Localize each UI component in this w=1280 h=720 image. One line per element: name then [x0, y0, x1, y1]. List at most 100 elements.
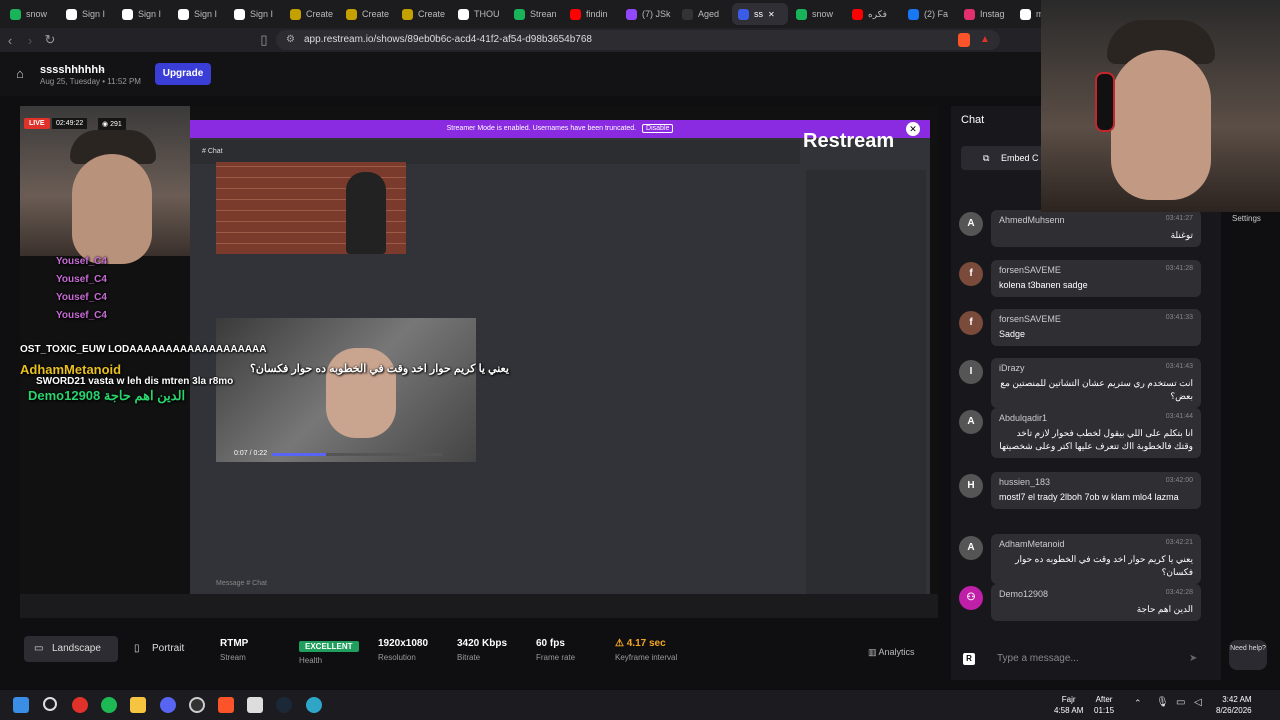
send-icon[interactable]: ➤ [1189, 644, 1197, 674]
bitrate-label: Bitrate [457, 653, 481, 662]
message-input[interactable]: Message # Chat [216, 580, 267, 587]
brave-shield-icon[interactable] [958, 33, 970, 47]
chat-username[interactable]: Demo12908 [999, 589, 1048, 599]
account-avatar[interactable]: R [963, 653, 975, 665]
reload-icon[interactable]: ↻ [40, 32, 60, 48]
chat-username[interactable]: forsenSAVEME [999, 314, 1061, 324]
user-avatar[interactable]: A [959, 536, 983, 560]
tab-favicon-icon [796, 8, 807, 20]
chat-timestamp: 03:41:27 [1165, 215, 1193, 222]
portrait-button[interactable]: ▯ Portrait [124, 636, 204, 662]
video-progress-bar[interactable] [272, 453, 442, 456]
url-field[interactable]: ⚙ app.restream.io/shows/89eb0b6c-acd4-41… [276, 30, 1000, 50]
browser-tab[interactable]: Instag [958, 3, 1012, 25]
browser-tab[interactable]: m [1014, 3, 1041, 25]
browser-tab[interactable]: (2) Fa [902, 3, 956, 25]
browser-tab[interactable]: فكره [846, 3, 900, 25]
browser-tab[interactable]: Aged [676, 3, 730, 25]
file-explorer-icon[interactable] [130, 697, 146, 713]
restream-taskbar-icon[interactable] [72, 697, 88, 713]
browser-tab[interactable]: ss ✕ [732, 3, 788, 25]
chat-message: Abdulqadir1 03:41:44 انا بتكلم على اللي بي… [991, 408, 1201, 458]
browser-tab[interactable]: Create [340, 3, 394, 25]
browser-tab[interactable]: findin [564, 3, 618, 25]
landscape-icon: ▭ [34, 643, 44, 654]
browser-tab[interactable]: Sign I [60, 3, 114, 25]
clock-time: 3:42 AM [1222, 695, 1252, 704]
landscape-button[interactable]: ▭ Landscape [24, 636, 118, 662]
forward-icon[interactable]: › [20, 33, 40, 48]
browser-tab[interactable]: Sign I [116, 3, 170, 25]
user-avatar[interactable]: ⚇ [959, 586, 983, 610]
close-icon[interactable]: ✕ [906, 122, 920, 136]
obs-icon[interactable] [189, 697, 205, 713]
stream-stats-bar: ▭ Landscape ▯ Portrait RTMP Stream EXCEL… [20, 628, 938, 674]
brave-icon[interactable] [218, 697, 234, 713]
embed-icon: ⧉ [983, 153, 990, 163]
user-avatar[interactable]: A [959, 410, 983, 434]
embedded-video-player[interactable]: 0:07 / 0:22 [216, 318, 476, 462]
back-icon[interactable]: ‹ [0, 33, 20, 48]
video-progress-fill [272, 453, 327, 456]
search-icon[interactable] [43, 697, 57, 711]
chat-username[interactable]: hussien_183 [999, 477, 1050, 487]
chat-username[interactable]: forsenSAVEME [999, 265, 1061, 275]
browser-tab[interactable]: THOU [452, 3, 506, 25]
network-icon[interactable]: ▭ [1176, 697, 1185, 708]
volume-icon[interactable]: ◁ [1194, 697, 1202, 708]
user-avatar[interactable]: A [959, 212, 983, 236]
chat-input-placeholder: Type a message... [997, 653, 1079, 664]
windows-start-icon[interactable] [13, 697, 29, 713]
browser-tab[interactable]: (7) JSk [620, 3, 674, 25]
system-clock[interactable]: 3:42 AM 8/26/2026 [1216, 694, 1252, 716]
disable-button[interactable]: Disable [642, 124, 674, 133]
chevron-up-icon[interactable]: ⌃ [1134, 698, 1142, 709]
framerate-label: Frame rate [536, 653, 576, 662]
browser-tab[interactable]: Create [396, 3, 450, 25]
spotify-icon[interactable] [101, 697, 117, 713]
browser-tab[interactable]: snow [790, 3, 844, 25]
protocol-stat: RTMP Stream [220, 638, 248, 662]
keyframe-stat: ⚠ 4.17 sec Keyframe interval [615, 638, 677, 662]
chat-timestamp: 03:41:28 [1165, 265, 1193, 272]
user-avatar[interactable]: H [959, 474, 983, 498]
home-icon[interactable]: ⌂ [16, 66, 30, 81]
app-icon[interactable] [247, 697, 263, 713]
chat-username[interactable]: iDrazy [999, 363, 1025, 373]
browser-tab[interactable]: Create [284, 3, 338, 25]
analytics-button[interactable]: ▥ Analytics [868, 647, 915, 658]
brave-rewards-icon[interactable]: ▲ [980, 34, 990, 45]
tab-favicon-icon [234, 8, 245, 20]
user-avatar[interactable]: f [959, 262, 983, 286]
chevron-down-icon[interactable]: ⌄ [98, 63, 106, 74]
chat-username[interactable]: Abdulqadir1 [999, 413, 1047, 423]
tab-label: ss [754, 9, 763, 19]
steam-icon[interactable] [276, 697, 292, 713]
resolution-stat: 1920x1080 Resolution [378, 638, 428, 662]
user-avatar[interactable]: I [959, 360, 983, 384]
browser-tab[interactable]: Sign I [172, 3, 226, 25]
show-name[interactable]: sssshhhhhh [40, 64, 105, 76]
tab-label: Strean [530, 9, 557, 19]
chat-text: kolena t3banen sadge [999, 280, 1088, 290]
chat-username[interactable]: AhmedMuhsenn [999, 215, 1065, 225]
need-help-button[interactable]: Need help? [1229, 640, 1267, 670]
webcam-face [1111, 50, 1211, 200]
browser-tab[interactable]: Sign I [228, 3, 282, 25]
site-info-icon[interactable]: ⚙ [286, 30, 295, 50]
app-icon-2[interactable] [306, 697, 322, 713]
upgrade-button[interactable]: Upgrade [155, 63, 211, 85]
user-avatar[interactable]: f [959, 311, 983, 335]
chat-username[interactable]: AdhamMetanoid [999, 539, 1065, 549]
tab-favicon-icon [66, 8, 77, 20]
discord-icon[interactable] [160, 697, 176, 713]
bookmark-icon[interactable]: ▯ [254, 32, 274, 48]
tab-close-icon[interactable]: ✕ [768, 10, 775, 19]
browser-tab[interactable]: Strean [508, 3, 562, 25]
tab-label: Sign I [82, 9, 106, 19]
tab-label: Instag [980, 9, 1005, 19]
microphone-icon[interactable]: 🎙 [1156, 697, 1169, 708]
settings-link[interactable]: Settings [1232, 214, 1261, 223]
chat-input[interactable]: R Type a message... ➤ [951, 644, 1221, 674]
browser-tab[interactable]: snow [4, 3, 58, 25]
